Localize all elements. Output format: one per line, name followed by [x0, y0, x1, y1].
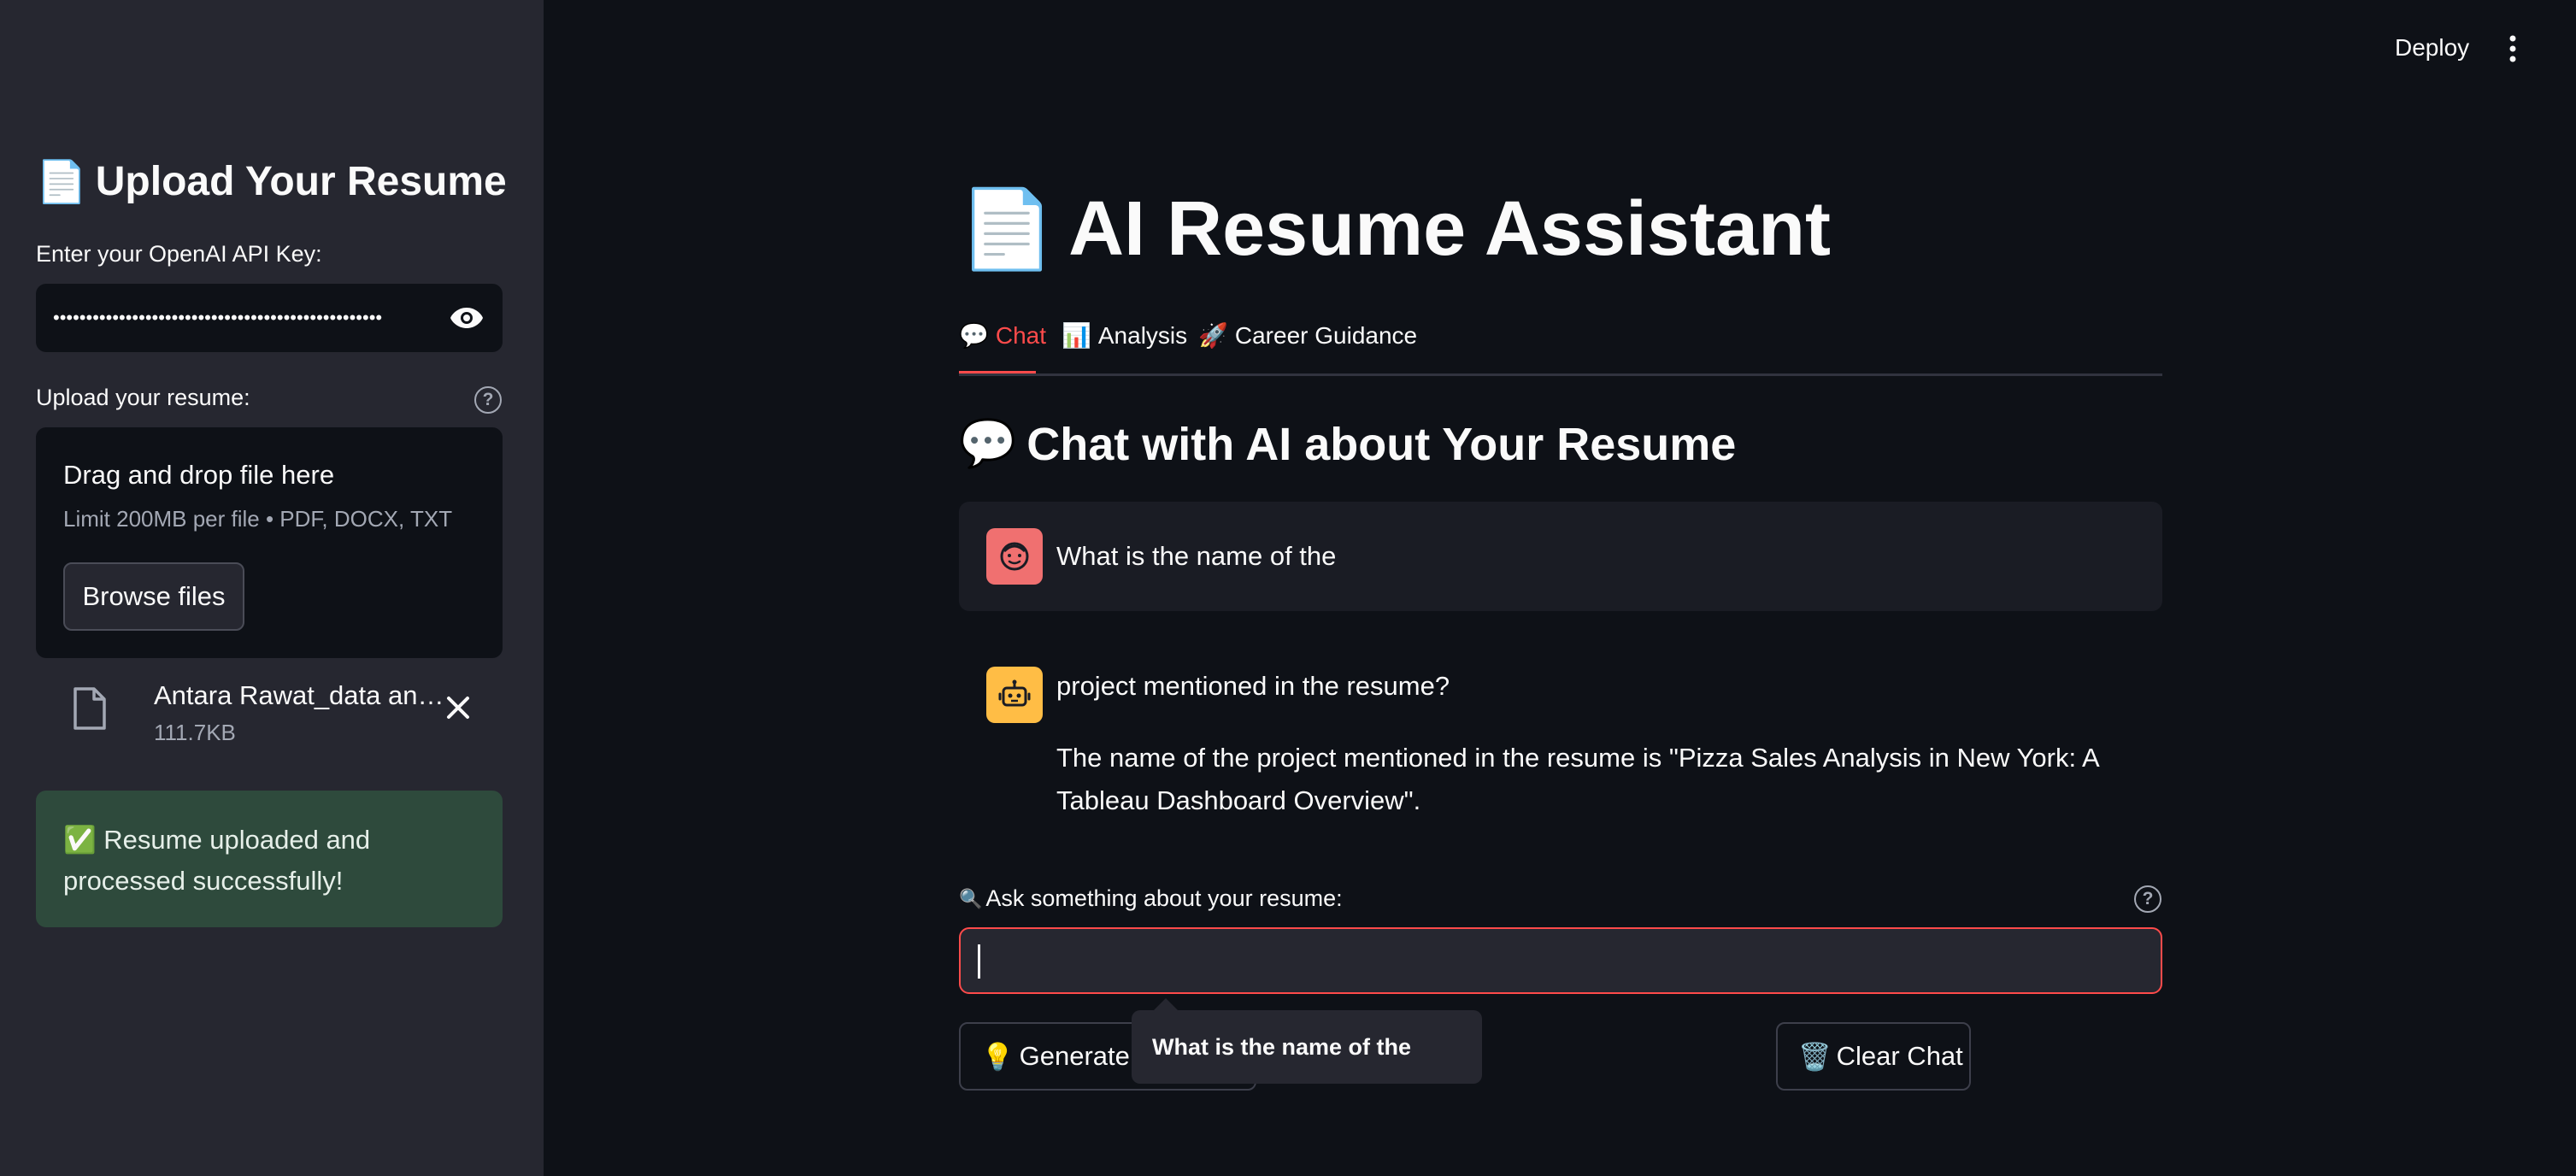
section-title-text: Chat with AI about Your Resume: [1026, 418, 1737, 470]
speech-bubble-icon: 💬: [959, 322, 989, 349]
file-name: Antara Rawat_data an…: [154, 680, 444, 710]
help-icon[interactable]: ?: [474, 386, 502, 414]
trash-icon: 🗑️: [1798, 1041, 1832, 1072]
user-message: What is the name of the: [959, 502, 2162, 611]
sidebar-title-text: Upload Your Resume: [95, 159, 507, 204]
chat-input-label-text: Ask something about your resume:: [985, 885, 1343, 911]
chart-icon: 📊: [1062, 322, 1091, 349]
sidebar: 📄 Upload Your Resume Enter your OpenAI A…: [0, 0, 544, 1176]
page-title-text: AI Resume Assistant: [1068, 186, 1832, 272]
section-title: 💬 Chat with AI about Your Resume: [959, 417, 1736, 471]
active-tab-indicator: [959, 371, 1036, 373]
user-message-text: What is the name of the: [1056, 541, 1337, 571]
assistant-message-answer: The name of the project mentioned in the…: [1056, 743, 2098, 815]
tab-career-guidance[interactable]: 🚀 Career Guidance: [1198, 321, 1417, 350]
dropzone-title: Drag and drop file here: [63, 460, 335, 490]
document-icon: 📄: [36, 160, 87, 205]
bot-avatar-icon: [986, 667, 1043, 723]
close-icon[interactable]: [441, 691, 475, 725]
dropzone-limits: Limit 200MB per file • PDF, DOCX, TXT: [63, 506, 453, 532]
api-key-label: Enter your OpenAI API Key:: [36, 241, 322, 267]
assistant-message-question: project mentioned in the resume?: [1056, 671, 1450, 701]
tab-label: Career Guidance: [1234, 321, 1418, 349]
tab-label: Analysis: [1097, 321, 1188, 349]
magnifier-icon: 🔍: [959, 887, 983, 909]
text-caret: [978, 944, 980, 979]
sidebar-title: 📄 Upload Your Resume: [36, 157, 507, 206]
help-icon[interactable]: ?: [2134, 885, 2161, 913]
clear-chat-label: Clear Chat: [1836, 1041, 1963, 1071]
tab-analysis[interactable]: 📊 Analysis: [1062, 321, 1187, 350]
file-size: 111.7KB: [154, 720, 236, 745]
autocomplete-tooltip[interactable]: What is the name of the: [1132, 1010, 1482, 1084]
assistant-message: project mentioned in the resume? The nam…: [959, 650, 2162, 838]
page-title: 📄 AI Resume Assistant: [959, 185, 1831, 274]
document-icon: 📄: [959, 187, 1056, 273]
clear-chat-button[interactable]: 🗑️ Clear Chat: [1776, 1022, 1971, 1091]
lightbulb-icon: 💡: [981, 1041, 1015, 1072]
chat-input-label: 🔍 Ask something about your resume:: [959, 885, 1343, 912]
eye-icon[interactable]: [448, 299, 485, 337]
user-avatar-icon: [986, 528, 1043, 585]
tab-bar: 💬 Chat 📊 Analysis 🚀 Career Guidance: [959, 316, 2162, 376]
chat-input[interactable]: [959, 927, 2162, 994]
more-options-icon[interactable]: [2504, 34, 2521, 63]
speech-bubble-icon: 💬: [959, 418, 1017, 469]
file-icon: [72, 687, 106, 734]
api-key-value[interactable]: ••••••••••••••••••••••••••••••••••••••••…: [53, 307, 448, 329]
rocket-icon: 🚀: [1198, 322, 1228, 349]
deploy-button[interactable]: Deploy: [2395, 34, 2469, 62]
tab-label: Chat: [995, 321, 1047, 349]
success-alert: ✅ Resume uploaded and processed successf…: [36, 791, 503, 927]
api-key-input[interactable]: ••••••••••••••••••••••••••••••••••••••••…: [36, 284, 503, 352]
browse-files-button[interactable]: Browse files: [63, 562, 244, 631]
tab-chat[interactable]: 💬 Chat: [959, 321, 1046, 350]
upload-label: Upload your resume:: [36, 385, 250, 410]
file-dropzone[interactable]: Drag and drop file here Limit 200MB per …: [36, 427, 503, 658]
uploaded-file: Antara Rawat_data an… 111.7KB: [72, 675, 499, 752]
